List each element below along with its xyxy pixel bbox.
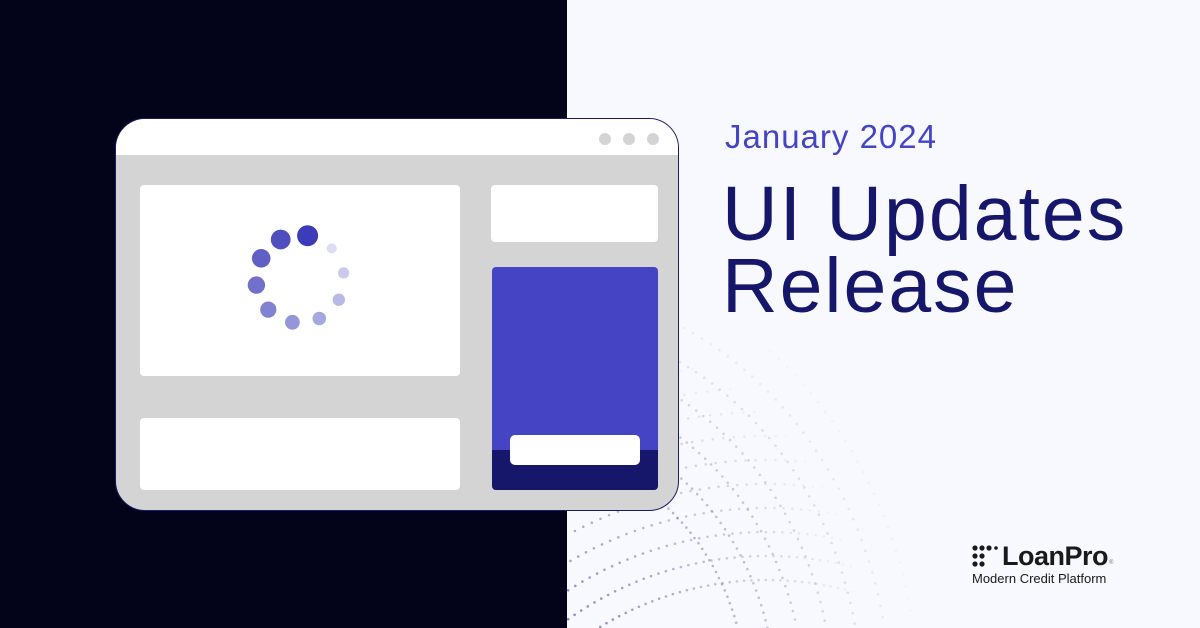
content-card-bottom: [140, 418, 460, 490]
spinner-dot: [247, 276, 266, 294]
browser-window-illustration: [115, 118, 679, 511]
spinner-dot: [312, 311, 327, 326]
spinner-dot: [326, 243, 337, 254]
panel-button-placeholder: [510, 435, 640, 465]
title-line-1: UI Updates: [722, 171, 1128, 257]
release-date: January 2024: [725, 118, 937, 155]
spinner-dot: [332, 293, 345, 306]
page-title: UI Updates Release: [722, 171, 1128, 329]
brand-lockup: LoanPro ® Modern Credit Platform: [972, 542, 1113, 586]
loading-spinner-icon: [247, 225, 350, 330]
window-control-dot-icon: [599, 133, 611, 145]
brand-name: LoanPro: [1002, 541, 1109, 571]
spinner-dot: [285, 314, 300, 330]
spinner-dot: [338, 267, 350, 279]
content-card-side: [491, 185, 658, 242]
content-card-main: [140, 185, 460, 376]
brand-tagline: Modern Credit Platform: [972, 571, 1107, 586]
spinner-dot: [270, 229, 291, 250]
dot-grid-logo-icon: [972, 545, 998, 567]
spinner-dot: [251, 249, 271, 268]
spinner-dot: [260, 301, 277, 318]
highlight-panel: [492, 267, 658, 490]
title-line-2: Release: [722, 243, 1019, 329]
spinner-dot: [297, 225, 319, 247]
registered-mark: ®: [1109, 560, 1114, 566]
window-titlebar: [116, 119, 678, 155]
window-control-dot-icon: [647, 133, 659, 145]
window-control-dot-icon: [623, 133, 635, 145]
